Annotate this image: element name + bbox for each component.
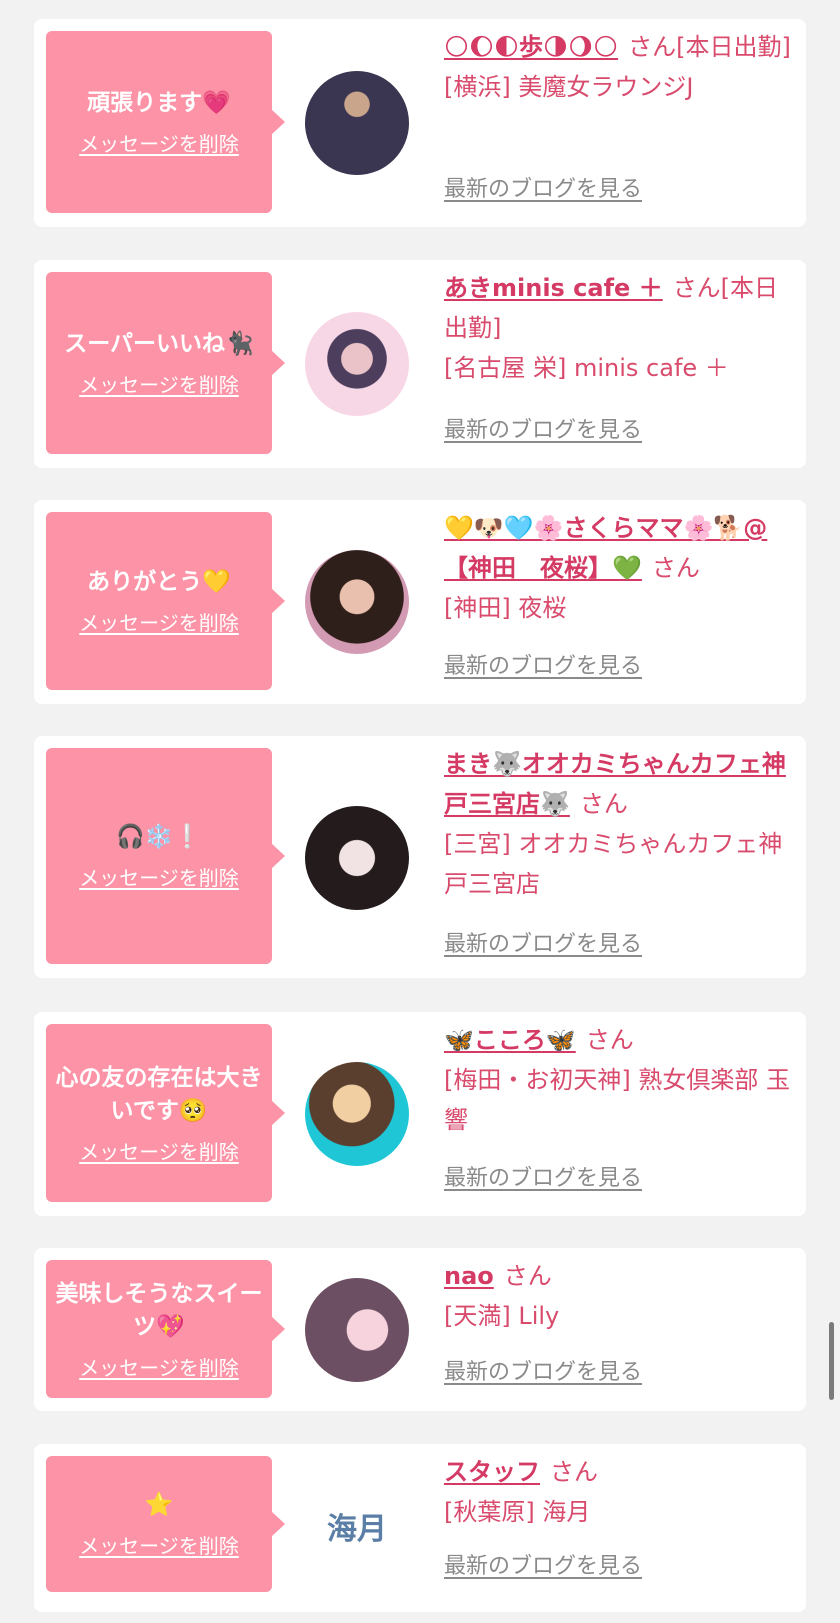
latest-blog-link[interactable]: 最新のブログを見る: [444, 171, 642, 203]
avatar-logo-text: 海月: [327, 1512, 387, 1547]
message-text: 🎧❄️❕: [116, 824, 202, 850]
message-bubble: ありがとう💛 メッセージを削除: [46, 512, 285, 690]
user-name-link[interactable]: nao: [444, 1262, 494, 1290]
message-text: スーパーいいね🐈‍⬛: [64, 331, 254, 357]
shop-name: [横浜] 美魔女ラウンジJ: [444, 73, 694, 101]
user-name-link[interactable]: スタッフ: [444, 1458, 540, 1486]
delete-message-link[interactable]: メッセージを削除: [79, 1352, 239, 1381]
user-info: 💛🐶🩵🌸さくらママ🌸🐕@【神田 夜桜】💚 さん [神田] 夜桜: [444, 508, 798, 628]
shop-name: [梅田・お初天神] 熟女倶楽部 玉響: [444, 1066, 790, 1134]
honorific-status: さん[本日出勤]: [628, 33, 791, 61]
message-text: 美味しそうなスイーツ💖: [55, 1280, 263, 1340]
shop-name: [名古屋 栄] minis cafe ＋: [444, 354, 729, 382]
shop-name: [神田] 夜桜: [444, 594, 567, 622]
user-info: スタッフ さん [秋葉原] 海月: [444, 1452, 798, 1532]
delete-message-link[interactable]: メッセージを削除: [79, 128, 239, 157]
avatar[interactable]: [305, 312, 409, 416]
user-name-link[interactable]: 🌕🌔🌓歩🌗🌖🌕: [444, 33, 618, 61]
avatar[interactable]: [305, 806, 409, 910]
message-bubble: 頑張ります💗 メッセージを削除: [46, 31, 285, 213]
user-name-link[interactable]: 💛🐶🩵🌸さくらママ🌸🐕@【神田 夜桜】💚: [444, 514, 767, 582]
user-info: 🌕🌔🌓歩🌗🌖🌕 さん[本日出勤] [横浜] 美魔女ラウンジJ: [444, 27, 798, 107]
user-info: 🦋こころ🦋 さん [梅田・お初天神] 熟女倶楽部 玉響: [444, 1020, 798, 1140]
delete-message-link[interactable]: メッセージを削除: [79, 1136, 239, 1165]
latest-blog-link[interactable]: 最新のブログを見る: [444, 1548, 642, 1580]
avatar[interactable]: [305, 71, 409, 175]
message-card: スーパーいいね🐈‍⬛ メッセージを削除 あきminis cafe ＋さん[本日出…: [34, 260, 806, 468]
avatar[interactable]: [305, 1278, 409, 1382]
user-name-link[interactable]: 🦋こころ🦋: [444, 1026, 576, 1054]
message-card: ⭐ メッセージを削除 海月 スタッフ さん [秋葉原] 海月 最新のブログを見る: [34, 1444, 806, 1612]
latest-blog-link[interactable]: 最新のブログを見る: [444, 1160, 642, 1192]
shop-name: [秋葉原] 海月: [444, 1498, 591, 1526]
message-bubble: スーパーいいね🐈‍⬛ メッセージを削除: [46, 272, 285, 454]
messages-list: 頑張ります💗 メッセージを削除 🌕🌔🌓歩🌗🌖🌕 さん[本日出勤] [横浜] 美魔女…: [0, 0, 840, 1623]
latest-blog-link[interactable]: 最新のブログを見る: [444, 926, 642, 958]
delete-message-link[interactable]: メッセージを削除: [79, 369, 239, 398]
honorific-status: さん: [550, 1458, 598, 1486]
delete-message-link[interactable]: メッセージを削除: [79, 1530, 239, 1559]
message-bubble: 心の友の存在は大きいです🥺 メッセージを削除: [46, 1024, 285, 1202]
message-card: 頑張ります💗 メッセージを削除 🌕🌔🌓歩🌗🌖🌕 さん[本日出勤] [横浜] 美魔女…: [34, 19, 806, 227]
message-text: 頑張ります💗: [87, 90, 231, 116]
user-info: nao さん [天満] Lily: [444, 1256, 798, 1336]
honorific-status: さん: [585, 1026, 634, 1054]
user-name-link[interactable]: あきminis cafe ＋: [444, 274, 663, 302]
latest-blog-link[interactable]: 最新のブログを見る: [444, 648, 642, 680]
honorific-status: さん: [651, 554, 700, 582]
message-bubble: 美味しそうなスイーツ💖 メッセージを削除: [46, 1260, 285, 1398]
avatar[interactable]: [305, 550, 409, 654]
message-card: 🎧❄️❕ メッセージを削除 まき🐺オオカミちゃんカフェ神戸三宮店🐺 さん [三宮]…: [34, 736, 806, 978]
delete-message-link[interactable]: メッセージを削除: [79, 862, 239, 891]
message-bubble: 🎧❄️❕ メッセージを削除: [46, 748, 285, 964]
message-text: 心の友の存在は大きいです🥺: [55, 1064, 263, 1124]
shop-name: [天満] Lily: [444, 1302, 560, 1330]
message-card: 美味しそうなスイーツ💖 メッセージを削除 nao さん [天満] Lily 最新の…: [34, 1248, 806, 1411]
message-card: 心の友の存在は大きいです🥺 メッセージを削除 🦋こころ🦋 さん [梅田・お初天神]…: [34, 1012, 806, 1216]
user-info: あきminis cafe ＋さん[本日出勤] [名古屋 栄] minis caf…: [444, 268, 798, 388]
message-text: ⭐: [144, 1492, 174, 1518]
honorific-status: さん: [579, 790, 628, 818]
avatar-logo[interactable]: 海月: [305, 1474, 409, 1578]
user-info: まき🐺オオカミちゃんカフェ神戸三宮店🐺 さん [三宮] オオカミちゃんカフェ神戸三…: [444, 744, 798, 904]
scrollbar-thumb[interactable]: [829, 1322, 834, 1400]
message-text: ありがとう💛: [87, 569, 231, 595]
message-card: ありがとう💛 メッセージを削除 💛🐶🩵🌸さくらママ🌸🐕@【神田 夜桜】💚 さん […: [34, 500, 806, 704]
shop-name: [三宮] オオカミちゃんカフェ神戸三宮店: [444, 830, 783, 898]
latest-blog-link[interactable]: 最新のブログを見る: [444, 412, 642, 444]
latest-blog-link[interactable]: 最新のブログを見る: [444, 1354, 642, 1386]
message-bubble: ⭐ メッセージを削除: [46, 1456, 285, 1592]
honorific-status: さん: [503, 1262, 552, 1290]
avatar[interactable]: [305, 1062, 409, 1166]
delete-message-link[interactable]: メッセージを削除: [79, 607, 239, 636]
